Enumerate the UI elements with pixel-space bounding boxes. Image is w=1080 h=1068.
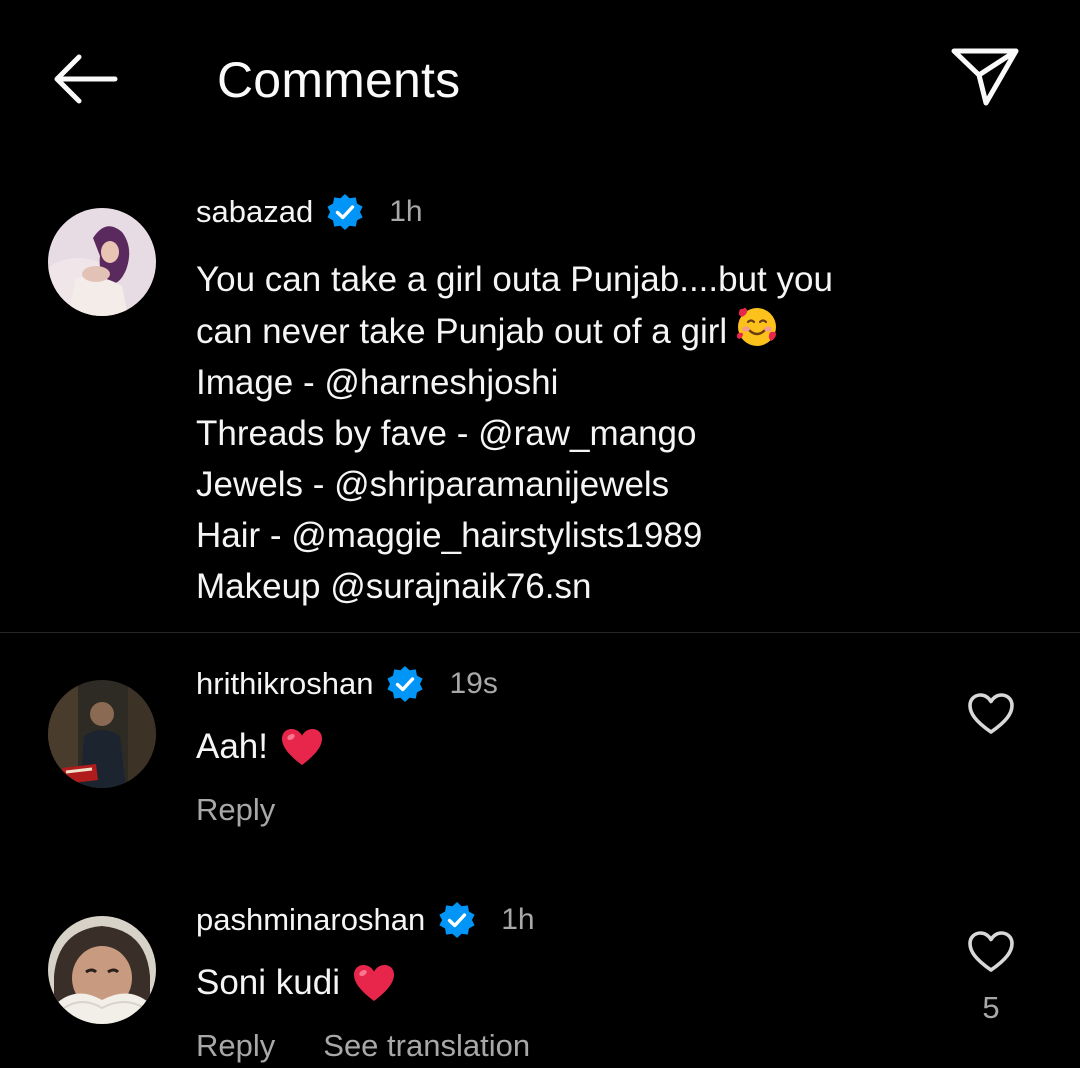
comment-actions: Reply	[196, 790, 275, 830]
timestamp: 19s	[449, 667, 498, 700]
see-translation-button[interactable]: See translation	[323, 1026, 530, 1066]
arrow-left-icon	[54, 54, 118, 104]
divider	[0, 632, 1080, 633]
red-heart-icon	[282, 729, 322, 765]
caption-line: Makeup @surajnaik76.sn	[196, 567, 592, 606]
caption-line: Threads by fave - @raw_mango	[196, 414, 697, 453]
timestamp: 1h	[501, 903, 535, 936]
username[interactable]: pashminaroshan	[196, 900, 425, 940]
comment-header: hrithikroshan 19s	[196, 664, 498, 704]
share-button[interactable]	[944, 40, 1026, 112]
caption-line: You can take a girl outa Punjab....but y…	[196, 260, 833, 299]
comment-item: pashminaroshan 1h Soni kudi Reply See tr…	[0, 896, 1080, 1068]
caption-line-with-emoji: can never take Punjab out of a girl	[196, 305, 996, 357]
caption-line: can never take Punjab out of a girl	[196, 312, 728, 351]
comment-item: hrithikroshan 19s Aah! Reply	[0, 660, 1080, 860]
comment-text: Soni kudi	[196, 963, 340, 1002]
caption-line: Jewels - @shriparamanijewels	[196, 465, 670, 504]
red-heart-icon	[353, 965, 394, 1001]
caption-line: Hair - @maggie_hairstylists1989	[196, 516, 703, 555]
avatar[interactable]	[48, 916, 156, 1024]
avatar-image	[48, 916, 156, 1024]
caption-body: You can take a girl outa Punjab....but y…	[196, 254, 996, 612]
comment-body: Soni kudi	[196, 960, 396, 1006]
verified-badge-icon	[439, 902, 475, 938]
caption-header: sabazad 1h	[196, 192, 423, 232]
smiling-face-with-hearts-icon	[736, 307, 777, 346]
username[interactable]: sabazad	[196, 192, 313, 232]
verified-badge-icon	[327, 194, 363, 230]
like-button[interactable]	[962, 688, 1020, 740]
avatar-image	[48, 208, 156, 316]
verified-badge-icon	[387, 666, 424, 702]
page-title: Comments	[217, 52, 461, 108]
comment-actions: Reply See translation	[196, 1026, 530, 1066]
heart-outline-icon	[968, 931, 1014, 972]
like-count: 5	[982, 990, 1000, 1025]
avatar[interactable]	[48, 208, 156, 316]
comment-text: Aah!	[196, 727, 268, 766]
paper-plane-icon	[951, 48, 1019, 106]
reply-button[interactable]: Reply	[196, 1026, 275, 1066]
comment-body: Aah!	[196, 724, 324, 770]
avatar[interactable]	[48, 680, 156, 788]
username[interactable]: hrithikroshan	[196, 664, 373, 704]
header-bar: Comments	[0, 0, 1080, 160]
timestamp: 1h	[389, 195, 423, 228]
heart-outline-icon	[968, 693, 1014, 734]
back-button[interactable]	[44, 46, 124, 112]
comment-header: pashminaroshan 1h	[196, 900, 535, 940]
reply-button[interactable]: Reply	[196, 790, 275, 830]
avatar-image	[48, 680, 156, 788]
comments-screen: Comments sabazad 1h You can take a girl …	[0, 0, 1080, 1068]
like-button[interactable]	[962, 926, 1020, 978]
caption-line: Image - @harneshjoshi	[196, 363, 559, 402]
post-caption: sabazad 1h You can take a girl outa Punj…	[0, 180, 1080, 632]
